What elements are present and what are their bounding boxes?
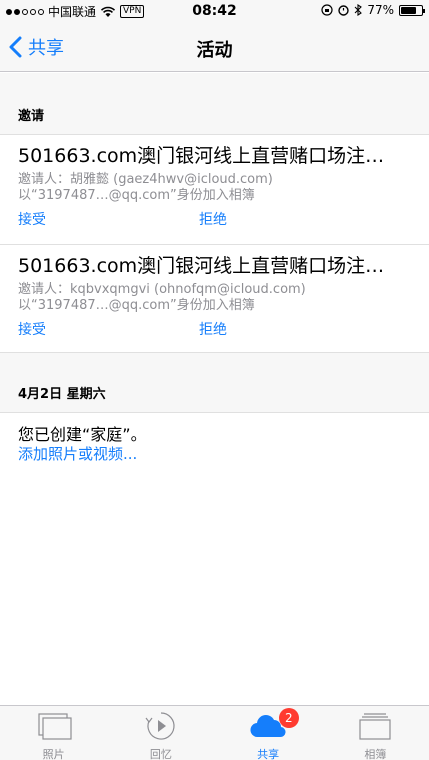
invitation-joined-as: 以“3197487…@qq.com”身份加入相簿 xyxy=(18,298,255,313)
status-right: 77% xyxy=(321,3,425,17)
tab-label: 共享 xyxy=(257,748,280,760)
battery-fill xyxy=(401,6,417,14)
date-header-label: 4月2日 星期六 xyxy=(18,387,106,402)
accept-button[interactable]: 接受 xyxy=(18,209,46,229)
add-photos-link[interactable]: 添加照片或视频... xyxy=(18,443,137,464)
accept-button[interactable]: 接受 xyxy=(18,319,46,339)
tab-label: 相簿 xyxy=(364,748,387,760)
invitation-item: 501663.com澳门银河线上直营赌口场注… 邀请人：kqbvxqmgvi (… xyxy=(0,245,429,353)
decline-button[interactable]: 拒绝 xyxy=(199,209,227,229)
invitation-title: 501663.com澳门银河线上直营赌口场注… xyxy=(18,145,385,167)
activity-item: 您已创建“家庭”。 添加照片或视频... xyxy=(0,413,429,473)
invitations-header: 邀请 xyxy=(0,73,429,135)
activity-list: 邀请 501663.com澳门银河线上直营赌口场注… 邀请人：胡雅懿 (gaez… xyxy=(0,73,429,705)
tab-label: 照片 xyxy=(42,748,65,760)
navigation-bar: 共享 活动 xyxy=(0,22,429,72)
tab-photos[interactable]: 照片 xyxy=(0,706,107,760)
rotation-lock-icon xyxy=(321,4,333,16)
notification-badge: 2 xyxy=(278,708,299,728)
invitation-item: 501663.com澳门银河线上直营赌口场注… 邀请人：胡雅懿 (gaez4hw… xyxy=(0,135,429,245)
date-header: 4月2日 星期六 xyxy=(0,353,429,413)
page-title: 活动 xyxy=(196,40,233,61)
activity-text: 您已创建“家庭”。 xyxy=(18,425,147,444)
status-bar: 中国联通 VPN 08:42 77% xyxy=(0,0,429,22)
tab-albums[interactable]: 相簿 xyxy=(322,706,429,760)
tab-bar: 照片 回忆 2 共享 相簿 xyxy=(0,705,429,760)
albums-icon xyxy=(359,713,391,740)
alarm-icon xyxy=(338,5,350,16)
invitations-header-label: 邀请 xyxy=(18,109,45,124)
photos-icon xyxy=(38,713,72,740)
memories-icon xyxy=(145,712,175,740)
tab-label: 回忆 xyxy=(149,748,172,760)
bluetooth-icon xyxy=(354,4,363,16)
invitation-joined-as: 以“3197487…@qq.com”身份加入相簿 xyxy=(18,188,255,203)
tab-memories[interactable]: 回忆 xyxy=(107,706,214,760)
invitation-title: 501663.com澳门银河线上直营赌口场注… xyxy=(18,255,385,277)
battery-percent: 77% xyxy=(367,3,394,17)
decline-button[interactable]: 拒绝 xyxy=(199,319,227,339)
tab-shared[interactable]: 2 共享 xyxy=(215,706,322,760)
battery-icon xyxy=(399,4,425,16)
